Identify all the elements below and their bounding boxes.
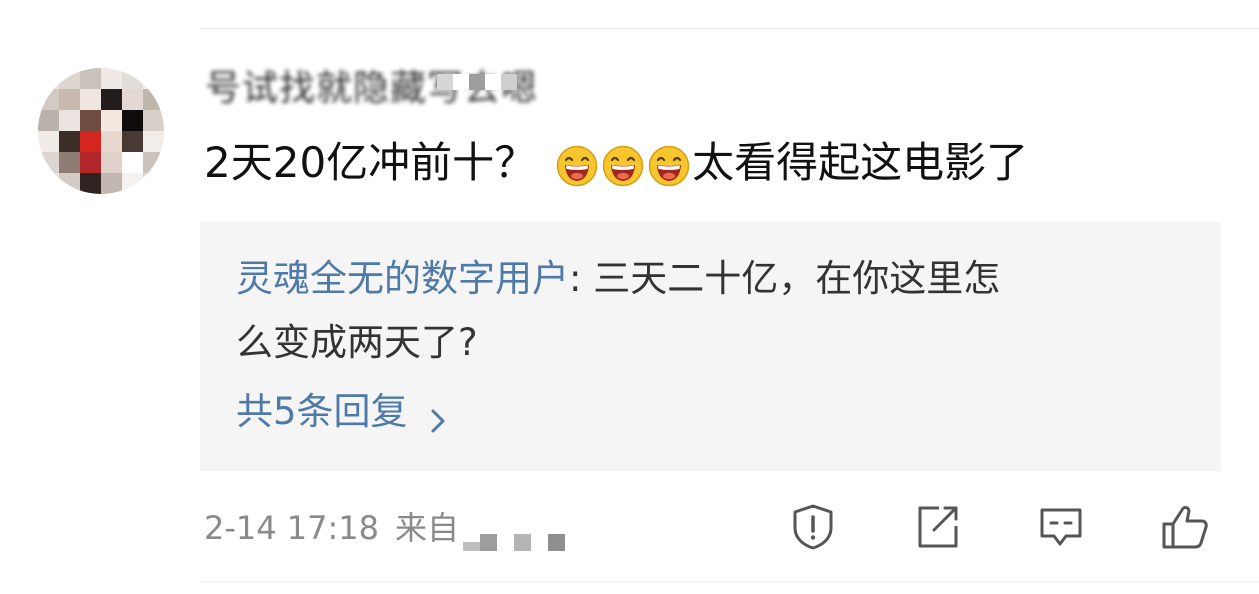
- share-icon: [918, 506, 958, 548]
- username-mosaic: [437, 74, 517, 90]
- comment-icon: [1040, 508, 1082, 546]
- timestamp: 2-14 17:18: [204, 509, 380, 547]
- like-button[interactable]: [1158, 500, 1212, 554]
- laughing-face-emoji: [602, 145, 644, 187]
- chevron-right-icon: [430, 398, 446, 433]
- bottom-divider: [200, 581, 1259, 582]
- view-more-replies-link[interactable]: 共5条回复: [236, 387, 446, 437]
- comment-actions: [780, 500, 1220, 554]
- comment-text: 2天20亿冲前十？ 太看得起这电影了: [204, 135, 1028, 191]
- more-replies-label: 共5条回复: [236, 390, 408, 433]
- comment-meta: 2-14 17:18 来自: [204, 505, 566, 551]
- top-divider: [200, 28, 1259, 29]
- source-label: 来自: [395, 509, 460, 547]
- comment-text-after: 太看得起这电影了: [692, 138, 1029, 187]
- reply-text-line2: 么变成两天了?: [236, 321, 478, 364]
- laughing-face-emoji: [556, 145, 598, 187]
- avatar-mosaic: [38, 68, 164, 194]
- reply-line-2: 么变成两天了?: [236, 318, 478, 368]
- laughing-face-emoji: [648, 145, 690, 187]
- username-container[interactable]: 号试找就隐藏写去嗯: [205, 62, 538, 109]
- report-icon: [793, 504, 833, 550]
- reply-preview-box[interactable]: 灵魂全无的数字用户: 三天二十亿，在你这里怎 么变成两天了? 共5条回复: [200, 222, 1221, 471]
- avatar[interactable]: [38, 68, 164, 194]
- comment-button[interactable]: [1034, 500, 1088, 554]
- share-button[interactable]: [910, 500, 964, 554]
- reply-line-1: 灵魂全无的数字用户: 三天二十亿，在你这里怎: [236, 254, 1000, 304]
- reply-author[interactable]: 灵魂全无的数字用户: [236, 257, 569, 300]
- reply-text-line1: 三天二十亿，在你这里怎: [593, 257, 1001, 300]
- reply-separator: :: [569, 257, 594, 300]
- comment-text-before: 2天20亿冲前十？: [204, 138, 537, 187]
- emoji-row: [554, 135, 692, 191]
- report-button[interactable]: [786, 500, 840, 554]
- like-icon: [1162, 506, 1208, 549]
- source-mosaic: [463, 505, 566, 551]
